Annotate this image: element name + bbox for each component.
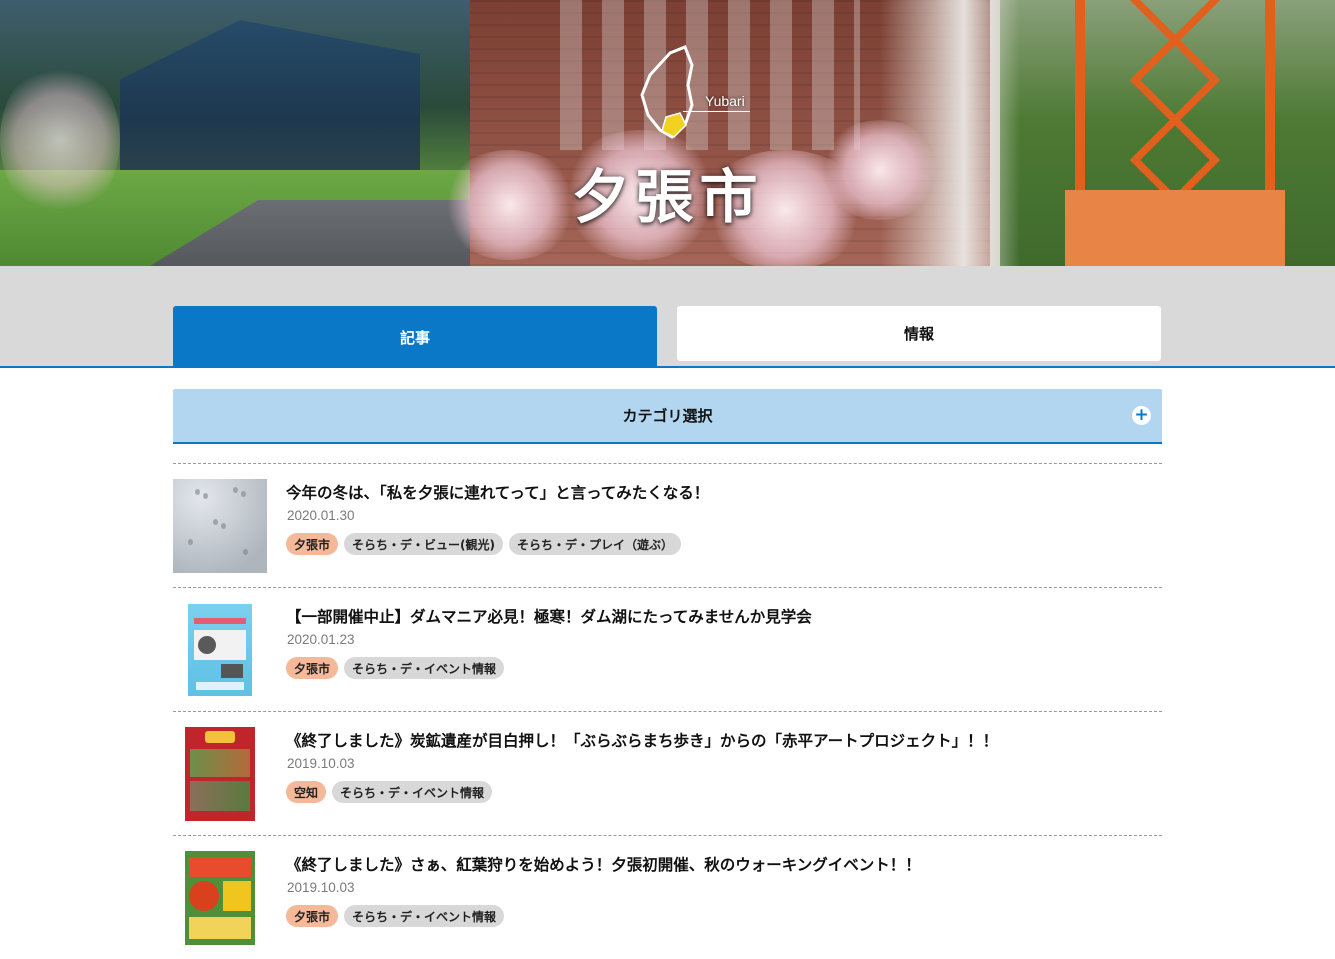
tag-area[interactable]: 夕張市: [286, 533, 339, 555]
article-tags: 夕張市 そらち・デ・イベント情報: [286, 657, 505, 679]
tag-category[interactable]: そらち・デ・イベント情報: [344, 905, 505, 927]
tag-category[interactable]: そらち・デ・プレイ（遊ぶ）: [509, 533, 682, 555]
dam-poster-image: [188, 604, 252, 696]
tag-area[interactable]: 空知: [286, 781, 327, 803]
list-item[interactable]: 今年の冬は、「私を夕張に連れてって」と言ってみたくなる！ 2020.01.30 …: [173, 463, 1162, 587]
list-item[interactable]: 《終了しました》さぁ、紅葉狩りを始めよう！夕張初開催、秋のウォーキングイベント！…: [173, 835, 1162, 959]
article-title[interactable]: 《終了しました》炭鉱遺産が目白押し！「ぶらぶらまち歩き」からの「赤平アートプロジ…: [286, 729, 998, 751]
article-title[interactable]: 【一部開催中止】ダムマニア必見！極寒！ダム湖にたってみませんか見学会: [286, 605, 812, 627]
tag-area[interactable]: 夕張市: [286, 657, 339, 679]
hero-title: 夕張市: [571, 163, 764, 231]
tag-category[interactable]: そらち・デ・ビュー(観光): [344, 533, 503, 555]
art-project-poster-image: [185, 727, 255, 821]
snow-footprints-image: [173, 479, 267, 573]
article-date: 2019.10.03: [287, 880, 355, 895]
map-label-line: [683, 111, 750, 112]
hero-banner: Yubari 夕張市: [0, 0, 1335, 266]
article-title[interactable]: 今年の冬は、「私を夕張に連れてって」と言ってみたくなる！: [286, 481, 709, 503]
plus-icon[interactable]: +: [1132, 406, 1151, 425]
article-tags: 空知 そらち・デ・イベント情報: [286, 781, 493, 803]
article-thumbnail[interactable]: [173, 479, 267, 573]
article-tags: 夕張市 そらち・デ・イベント情報: [286, 905, 505, 927]
category-select[interactable]: カテゴリ選択 +: [173, 389, 1162, 444]
list-item[interactable]: 《終了しました》炭鉱遺産が目白押し！「ぶらぶらまち歩き」からの「赤平アートプロジ…: [173, 711, 1162, 835]
tag-category[interactable]: そらち・デ・イベント情報: [344, 657, 505, 679]
list-item[interactable]: 【一部開催中止】ダムマニア必見！極寒！ダム湖にたってみませんか見学会 2020.…: [173, 587, 1162, 711]
article-list: 今年の冬は、「私を夕張に連れてって」と言ってみたくなる！ 2020.01.30 …: [173, 463, 1162, 959]
walking-event-poster-image: [185, 851, 255, 945]
tag-category[interactable]: そらち・デ・イベント情報: [332, 781, 493, 803]
article-title[interactable]: 《終了しました》さぁ、紅葉狩りを始めよう！夕張初開催、秋のウォーキングイベント！…: [286, 853, 921, 875]
article-date: 2020.01.30: [287, 508, 355, 523]
category-select-label: カテゴリ選択: [622, 407, 713, 425]
article-thumbnail[interactable]: [173, 727, 267, 821]
tab-articles[interactable]: 記事: [173, 306, 657, 368]
article-thumbnail[interactable]: [173, 603, 267, 697]
map-label: Yubari: [705, 93, 745, 109]
tag-area[interactable]: 夕張市: [286, 905, 339, 927]
article-thumbnail[interactable]: [173, 851, 267, 945]
tab-information[interactable]: 情報: [677, 306, 1161, 361]
tab-band: 記事 情報: [0, 266, 1335, 368]
article-tags: 夕張市 そらち・デ・ビュー(観光) そらち・デ・プレイ（遊ぶ）: [286, 533, 682, 555]
article-date: 2019.10.03: [287, 756, 355, 771]
article-date: 2020.01.23: [287, 632, 355, 647]
